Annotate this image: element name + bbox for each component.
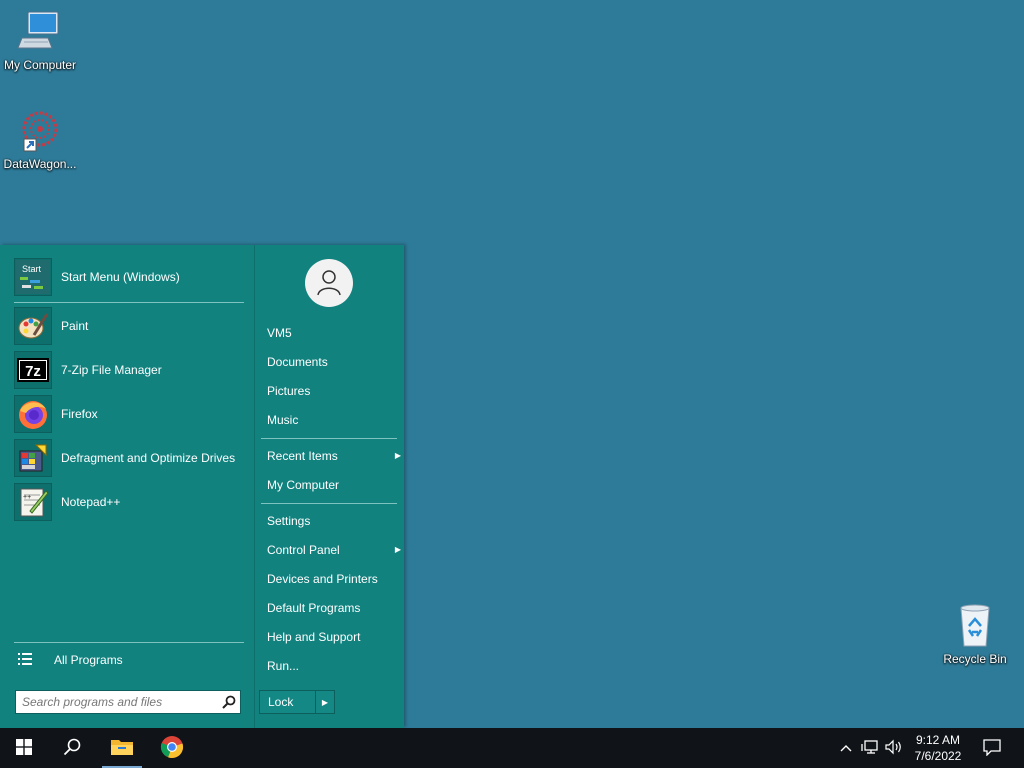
show-hidden-icons-chevron[interactable] (836, 738, 856, 758)
pinned-notepadpp[interactable]: ++ Notepad++ (14, 482, 250, 522)
folder-icon (110, 737, 134, 760)
start-button[interactable] (0, 728, 48, 768)
menu-item-settings[interactable]: Settings (267, 511, 397, 531)
clock-date: 7/6/2022 (914, 749, 962, 763)
pinned-label: Notepad++ (61, 494, 121, 509)
network-icon (861, 739, 879, 758)
menu-item-label: Help and Support (267, 630, 361, 644)
paint-icon (14, 307, 52, 345)
menu-item-label: Documents (267, 355, 328, 369)
taskbar-search-button[interactable] (48, 728, 96, 768)
user-icon (315, 268, 343, 299)
firefox-icon (14, 395, 52, 433)
separator (14, 642, 244, 643)
clock-time: 9:12 AM (915, 733, 961, 747)
all-programs-button[interactable]: All Programs (18, 647, 248, 673)
desktop-icon-label: My Computer (3, 58, 77, 72)
pinned-firefox[interactable]: Firefox (14, 394, 250, 434)
menu-item-label: Control Panel (267, 543, 340, 557)
lock-button: Lock ▶ (259, 690, 335, 714)
pinned-label: Paint (61, 318, 89, 333)
menu-item-control-panel[interactable]: Control Panel ▶ (267, 540, 401, 560)
search-box (15, 690, 241, 714)
search-input[interactable] (16, 692, 218, 712)
lock-label[interactable]: Lock (260, 695, 315, 709)
menu-item-label: Recent Items (267, 449, 338, 463)
menu-item-documents[interactable]: Documents (267, 352, 397, 372)
start-menu-right-pane: VM5 Documents Pictures Music Recent Item… (254, 245, 405, 728)
desktop-icon-recycle-bin[interactable]: Recycle Bin (935, 602, 1015, 666)
submenu-arrow-icon: ▶ (394, 451, 401, 460)
speaker-icon (885, 739, 903, 758)
taskbar-file-explorer[interactable] (98, 728, 146, 768)
computer-icon (16, 8, 64, 56)
chevron-up-icon (840, 741, 852, 755)
menu-item-label: Devices and Printers (267, 572, 378, 586)
taskbar: 9:12 AM 7/6/2022 (0, 728, 1024, 768)
pinned-defragment[interactable]: Defragment and Optimize Drives (14, 438, 250, 478)
notepadpp-icon: ++ (14, 483, 52, 521)
menu-item-label: My Computer (267, 478, 340, 492)
all-programs-label: All Programs (54, 653, 123, 667)
network-tray[interactable] (860, 738, 880, 758)
defrag-icon (14, 439, 52, 477)
menu-item-label: VM5 (267, 326, 292, 340)
separator (261, 438, 397, 439)
desktop-icon-datawagon[interactable]: DataWagon... (0, 107, 80, 171)
menu-item-label: Pictures (267, 384, 311, 398)
desktop-icon-label: Recycle Bin (943, 652, 1007, 666)
pinned-label: 7-Zip File Manager (61, 362, 162, 377)
menu-item-label: Run... (267, 659, 300, 673)
volume-tray[interactable] (884, 738, 904, 758)
notification-icon (983, 738, 1001, 759)
pinned-start-menu-windows[interactable]: Start Start Menu (Windows) (14, 257, 250, 297)
menu-item-music[interactable]: Music (267, 410, 397, 430)
desktop-icon-my-computer[interactable]: My Computer (0, 8, 80, 72)
menu-item-label: Music (267, 413, 299, 427)
taskbar-clock[interactable]: 9:12 AM 7/6/2022 (906, 732, 970, 764)
7zip-icon: 7z (14, 351, 52, 389)
pinned-7zip[interactable]: 7z 7-Zip File Manager (14, 350, 250, 390)
separator (261, 503, 397, 504)
menu-item-label: Default Programs (267, 601, 361, 615)
svg-text:7z: 7z (25, 363, 41, 380)
menu-item-my-computer[interactable]: My Computer (267, 475, 397, 495)
windows-logo-icon (16, 738, 32, 758)
menu-item-user[interactable]: VM5 (267, 323, 397, 343)
svg-text:++: ++ (23, 494, 31, 501)
chrome-icon (160, 735, 184, 762)
menu-item-run[interactable]: Run... (267, 656, 397, 676)
separator (14, 302, 244, 303)
pinned-label: Firefox (61, 406, 98, 421)
pinned-label: Defragment and Optimize Drives (61, 450, 236, 465)
search-icon (63, 738, 81, 759)
taskbar-chrome[interactable] (148, 728, 196, 768)
recycle-bin-icon (951, 602, 999, 650)
menu-item-pictures[interactable]: Pictures (267, 381, 397, 401)
start-menu-left-pane: Start Start Menu (Windows) Paint 7z 7-Zi… (0, 245, 254, 728)
user-avatar[interactable] (305, 259, 353, 307)
menu-item-devices-printers[interactable]: Devices and Printers (267, 569, 397, 589)
menu-item-label: Settings (267, 514, 311, 528)
menu-item-default-programs[interactable]: Default Programs (267, 598, 397, 618)
datawagon-icon (16, 107, 64, 155)
list-icon (18, 652, 32, 668)
svg-text:Start: Start (22, 264, 42, 274)
desktop-icon-label: DataWagon... (3, 157, 77, 171)
start-menu: Start Start Menu (Windows) Paint 7z 7-Zi… (0, 245, 404, 728)
menu-item-recent-items[interactable]: Recent Items ▶ (267, 446, 401, 466)
submenu-arrow-icon: ▶ (394, 545, 401, 554)
menu-item-help-support[interactable]: Help and Support (267, 627, 397, 647)
pinned-paint[interactable]: Paint (14, 306, 250, 346)
lock-options-arrow-icon[interactable]: ▶ (315, 691, 334, 713)
pinned-label: Start Menu (Windows) (61, 269, 180, 284)
search-icon[interactable] (218, 691, 240, 713)
action-center-button[interactable] (982, 738, 1002, 758)
start-menu-icon: Start (14, 258, 52, 296)
